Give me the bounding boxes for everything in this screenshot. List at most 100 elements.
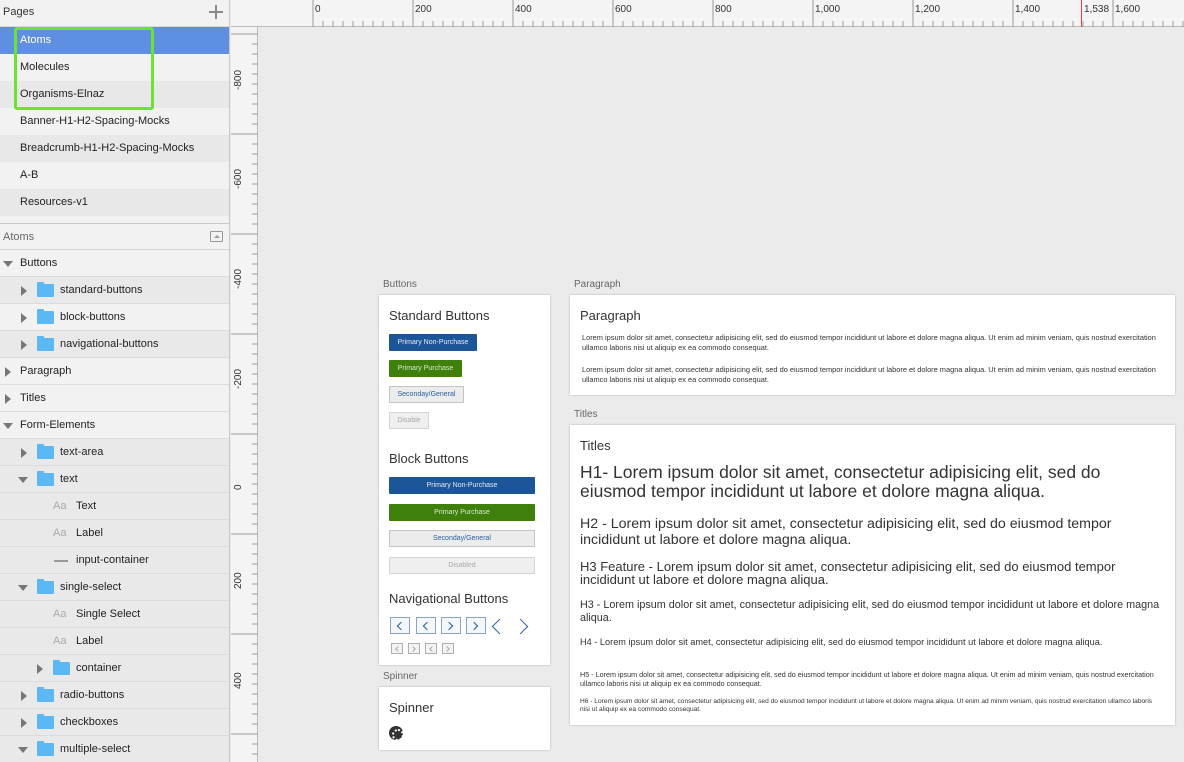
page-item-a-b[interactable]: A-B	[0, 162, 229, 189]
layer-group-titles[interactable]: Titles	[0, 385, 229, 412]
ruler-label: 0	[315, 4, 321, 15]
nav-next-button[interactable]	[441, 617, 461, 634]
layer-folder-radio-buttons[interactable]: radio-buttons	[0, 682, 229, 709]
layer-label: text	[60, 473, 78, 485]
layers-header: Atoms	[0, 223, 229, 250]
disclosure-expanded-icon[interactable]	[3, 423, 13, 429]
artboard-spinner[interactable]: Spinner	[379, 687, 550, 750]
disclosure-expanded-icon[interactable]	[3, 261, 13, 267]
layer-folder-text[interactable]: text	[0, 466, 229, 493]
layer-shape-input-container[interactable]: input-container	[0, 547, 229, 574]
small-next-disabled-button[interactable]	[442, 643, 454, 654]
disclosure-collapsed-icon[interactable]	[21, 313, 27, 323]
h4-sample: H4 - Lorem ipsum dolor sit amet, consect…	[580, 637, 1103, 647]
layer-folder-container[interactable]: container	[0, 655, 229, 682]
std-primary-button[interactable]: Primary Non-Purchase	[389, 334, 477, 351]
collapse-layers-icon[interactable]	[210, 231, 223, 242]
blk-purchase-button[interactable]: Primary Purchase	[389, 504, 535, 521]
artboard-title-titles[interactable]: Titles	[574, 409, 598, 420]
disclosure-collapsed-icon[interactable]	[5, 394, 11, 404]
layer-label: Form-Elements	[20, 419, 96, 431]
layer-label: input-container	[76, 554, 149, 566]
add-page-plus-icon[interactable]	[209, 5, 223, 19]
blk-disabled-button[interactable]: Disabled	[389, 557, 535, 574]
artboard-paragraph[interactable]: Paragraph Lorem ipsum dolor sit amet, co…	[570, 295, 1175, 395]
disclosure-collapsed-icon[interactable]	[37, 664, 43, 674]
layer-group-form-elements[interactable]: Form-Elements	[0, 412, 229, 439]
ruler-marker	[1081, 0, 1082, 27]
line-shape-icon	[54, 560, 68, 562]
layer-label: navigational-buttons	[60, 338, 159, 350]
large-chevron-right-icon[interactable]	[512, 618, 529, 635]
nav-prev-button-2[interactable]	[416, 617, 436, 634]
layer-folder-single-select[interactable]: single-select	[0, 574, 229, 601]
ruler-label: 1,000	[815, 4, 841, 15]
disclosure-expanded-icon[interactable]	[18, 477, 28, 483]
layer-text-single-select[interactable]: Aa Single Select	[0, 601, 229, 628]
chevron-right-icon	[444, 646, 450, 652]
page-item-atoms[interactable]: Atoms	[0, 27, 229, 54]
ruler-label: 400	[233, 672, 244, 689]
page-item-organisms[interactable]: Organisms-Elnaz	[0, 81, 229, 108]
titles-heading: Titles	[580, 438, 611, 453]
nav-prev-button[interactable]	[390, 617, 410, 634]
disclosure-collapsed-icon[interactable]	[21, 691, 27, 701]
layer-folder-text-area[interactable]: text-area	[0, 439, 229, 466]
layer-label: radio-buttons	[60, 689, 125, 701]
h2-sample: H2 - Lorem ipsum dolor sit amet, consect…	[580, 516, 1112, 549]
small-prev-button[interactable]	[391, 643, 403, 654]
nav-next-button-2[interactable]	[466, 617, 486, 634]
ruler-label: 1,200	[915, 4, 941, 15]
disclosure-collapsed-icon[interactable]	[21, 718, 27, 728]
ruler-label: 1,400	[1015, 4, 1041, 15]
disclosure-expanded-icon[interactable]	[18, 585, 28, 591]
small-prev-disabled-button[interactable]	[425, 643, 437, 654]
h3-sample: H3 - Lorem ipsum dolor sit amet, consect…	[580, 599, 1160, 624]
disclosure-collapsed-icon[interactable]	[21, 448, 27, 458]
artboard-buttons[interactable]: Standard Buttons Primary Non-Purchase Pr…	[379, 295, 550, 665]
disclosure-expanded-icon[interactable]	[18, 747, 28, 753]
layer-folder-multiple-select[interactable]: multiple-select	[0, 736, 229, 762]
artboard-title-paragraph[interactable]: Paragraph	[574, 279, 621, 290]
vertical-ruler[interactable]: -800 -600 -400 -200 0 200 400	[231, 27, 258, 762]
layer-folder-checkboxes[interactable]: checkboxes	[0, 709, 229, 736]
blk-general-button[interactable]: Seconday/General	[389, 530, 535, 547]
pages-header: Pages	[0, 0, 229, 27]
page-item-banner[interactable]: Banner-H1-H2-Spacing-Mocks	[0, 108, 229, 135]
page-item-resources[interactable]: Resources-v1	[0, 189, 229, 216]
horizontal-ruler[interactable]: 0 200 400 600 800 1,000 1,200 1,400 1,53…	[231, 0, 1184, 27]
artboard-title-spinner[interactable]: Spinner	[383, 671, 417, 682]
layer-group-buttons[interactable]: Buttons	[0, 250, 229, 277]
ruler-label: -200	[233, 368, 244, 389]
folder-icon	[37, 471, 54, 486]
artboard-title-buttons[interactable]: Buttons	[383, 279, 417, 290]
disclosure-collapsed-icon[interactable]	[21, 286, 27, 296]
layer-text-text[interactable]: Aa Text	[0, 493, 229, 520]
ruler-label: -600	[233, 168, 244, 189]
layer-label: container	[76, 662, 122, 674]
std-purchase-button[interactable]: Primary Purchase	[389, 360, 462, 377]
layer-label: text-area	[60, 446, 104, 458]
page-item-molecules[interactable]: Molecules	[0, 54, 229, 81]
layer-folder-standard-buttons[interactable]: standard-buttons	[0, 277, 229, 304]
layer-folder-block-buttons[interactable]: block-buttons	[0, 304, 229, 331]
blk-primary-button[interactable]: Primary Non-Purchase	[389, 477, 535, 494]
disclosure-collapsed-icon[interactable]	[5, 367, 11, 377]
layer-group-paragraph[interactable]: Paragraph	[0, 358, 229, 385]
layer-folder-navigational-buttons[interactable]: navigational-buttons	[0, 331, 229, 358]
paragraph-text-1: Lorem ipsum dolor sit amet, consectetur …	[582, 333, 1156, 352]
layer-text-label[interactable]: Aa Label	[0, 520, 229, 547]
std-general-button[interactable]: Seconday/General	[389, 386, 464, 403]
layer-text-label-2[interactable]: Aa Label	[0, 628, 229, 655]
large-chevron-left-icon[interactable]	[491, 618, 508, 635]
layer-label: single-select	[60, 581, 122, 593]
small-next-button[interactable]	[408, 643, 420, 654]
folder-icon	[37, 687, 54, 702]
text-layer-icon: Aa	[53, 608, 67, 620]
chevron-left-icon	[395, 646, 401, 652]
std-disable-button[interactable]: Disable	[389, 412, 429, 429]
disclosure-collapsed-icon[interactable]	[21, 340, 27, 350]
page-item-breadcrumb[interactable]: Breadcrumb-H1-H2-Spacing-Mocks	[0, 135, 229, 162]
ruler-ticks	[231, 33, 258, 755]
artboard-titles[interactable]: Titles H1- Lorem ipsum dolor sit amet, c…	[570, 425, 1175, 725]
